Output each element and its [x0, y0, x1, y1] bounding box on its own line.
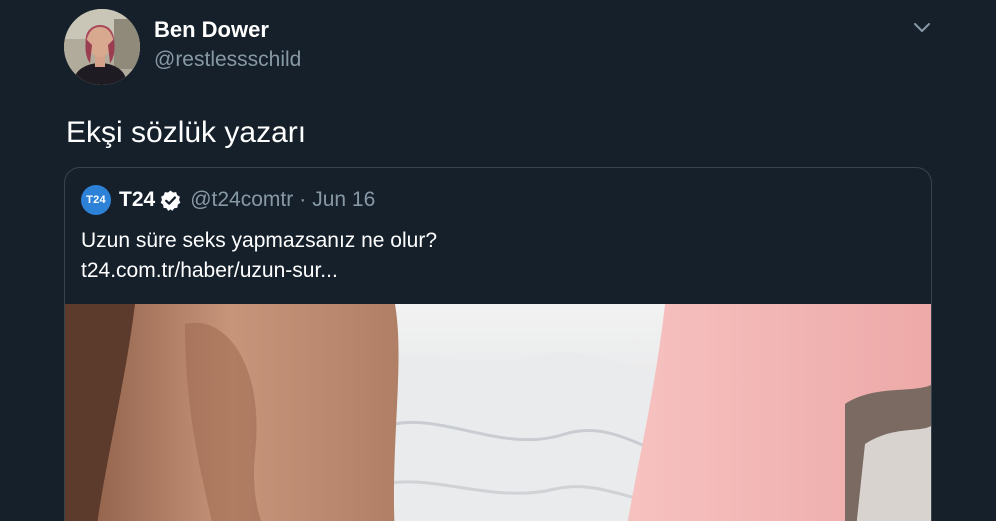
avatar[interactable]: [64, 9, 140, 85]
quoted-tweet-date[interactable]: Jun 16: [312, 188, 375, 212]
author-handle[interactable]: @restlessschild: [154, 46, 301, 74]
quoted-author-name[interactable]: T24: [119, 188, 155, 212]
quoted-tweet-header: T24 T24 @t24comtr · Jun 16: [81, 185, 375, 215]
header-separator: ·: [299, 188, 307, 211]
tweet[interactable]: Ben Dower @restlessschild Ekşi sözlük ya…: [0, 0, 996, 521]
chevron-down-icon[interactable]: [911, 16, 933, 38]
verified-badge-icon: [159, 189, 182, 212]
tweet-text: Ekşi sözlük yazarı: [66, 116, 307, 149]
author-name[interactable]: Ben Dower: [154, 16, 269, 44]
quoted-tweet-card[interactable]: T24 T24 @t24comtr · Jun 16 Uzun süre sek…: [64, 167, 932, 521]
quoted-author-handle[interactable]: @t24comtr: [190, 188, 293, 212]
quoted-tweet-link[interactable]: t24.com.tr/haber/uzun-sur...: [81, 256, 338, 286]
t24-logo-avatar[interactable]: T24: [81, 185, 111, 215]
quoted-tweet-text: Uzun süre seks yapmazsanız ne olur?: [81, 229, 438, 252]
quoted-tweet-image[interactable]: [65, 304, 931, 521]
